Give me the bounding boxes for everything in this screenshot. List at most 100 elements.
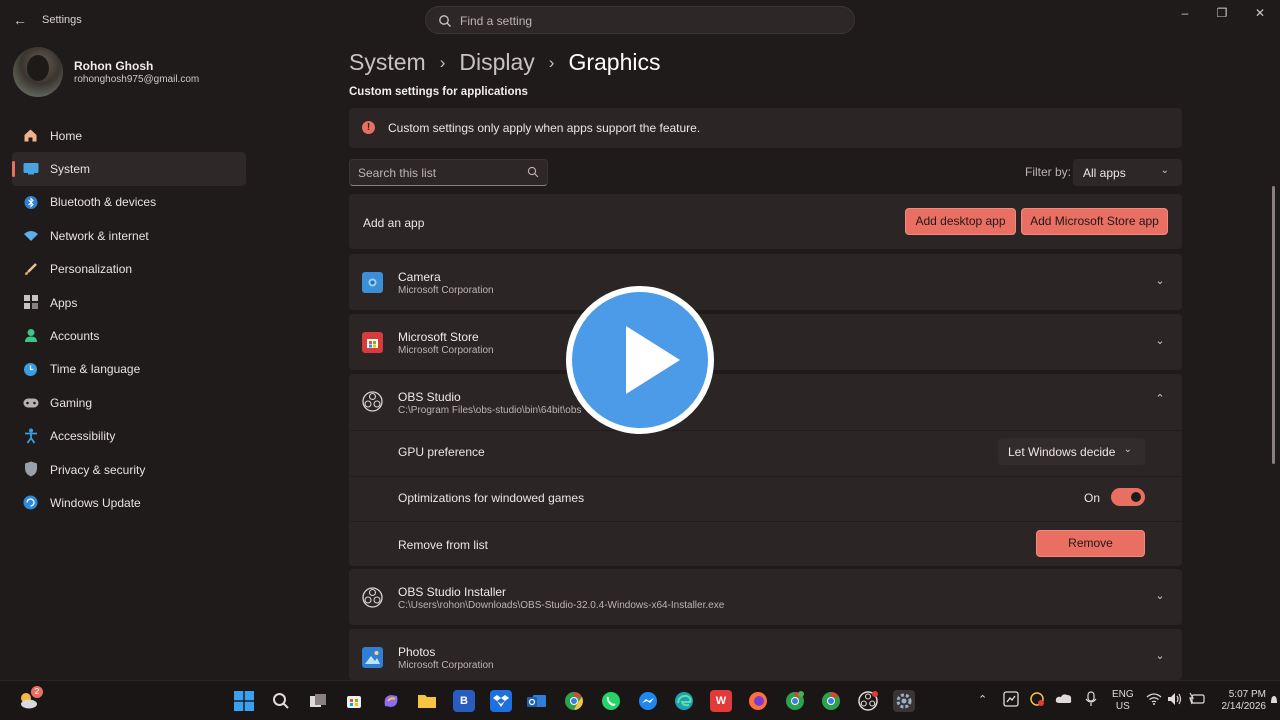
info-bar: ! Custom settings only apply when apps s…: [349, 108, 1182, 148]
start-icon[interactable]: [233, 690, 255, 712]
sidebar-item-home[interactable]: Home: [12, 119, 246, 152]
edge-icon[interactable]: [673, 690, 695, 712]
app-row-photos[interactable]: Photos Microsoft Corporation ⌄: [349, 629, 1182, 680]
sidebar-item-accounts[interactable]: Accounts: [12, 319, 246, 352]
sidebar-item-bluetooth[interactable]: Bluetooth & devices: [12, 186, 246, 219]
sidebar-item-privacy[interactable]: Privacy & security: [12, 453, 246, 486]
chevron-down-icon[interactable]: ⌄: [1153, 274, 1167, 288]
chrome-profile-2-icon[interactable]: [820, 690, 842, 712]
remove-button[interactable]: Remove: [1036, 530, 1145, 557]
wps-office-icon[interactable]: W: [710, 690, 732, 712]
sidebar-item-windows-update[interactable]: Windows Update: [12, 486, 246, 519]
add-desktop-app-button[interactable]: Add desktop app: [905, 208, 1016, 235]
chrome-profile-icon[interactable]: [784, 690, 806, 712]
avatar[interactable]: [13, 47, 63, 97]
messenger-icon[interactable]: [637, 690, 659, 712]
divider: [349, 476, 1182, 477]
app-publisher: C:\Users\rohon\Downloads\OBS-Studio-32.0…: [398, 600, 725, 611]
widgets-store-icon[interactable]: [343, 690, 365, 712]
obs-taskbar-icon[interactable]: [857, 690, 879, 712]
minimize-icon[interactable]: –: [1170, 6, 1200, 22]
chevron-up-icon[interactable]: ⌃: [1153, 392, 1167, 406]
chrome-icon[interactable]: [563, 690, 585, 712]
sidebar-item-network[interactable]: Network & internet: [12, 219, 246, 252]
chevron-right-icon: ›: [439, 52, 446, 72]
system-clock[interactable]: 5:07 PM 2/14/2026: [1216, 689, 1267, 713]
app-name: Microsoft Store: [398, 330, 479, 344]
chevron-down-icon: ⌄: [1123, 444, 1132, 455]
battery-icon[interactable]: [1188, 692, 1206, 709]
sidebar-item-time-language[interactable]: Time & language: [12, 353, 246, 386]
b-app-icon[interactable]: B: [453, 690, 475, 712]
sidebar-item-accessibility[interactable]: Accessibility: [12, 420, 246, 453]
sidebar-item-label: Personalization: [50, 262, 133, 277]
chevron-down-icon[interactable]: ⌄: [1153, 334, 1167, 348]
sidebar-item-gaming[interactable]: Gaming: [12, 386, 246, 419]
chevron-right-icon: ›: [548, 52, 555, 72]
find-setting-placeholder: Find a setting: [460, 14, 533, 28]
gpu-preference-label: GPU preference: [398, 445, 485, 459]
sidebar-item-personalization[interactable]: Personalization: [12, 253, 246, 286]
microphone-icon[interactable]: [1085, 691, 1097, 710]
video-play-button[interactable]: [566, 286, 714, 434]
gpu-preference-dropdown[interactable]: Let Windows decide ⌄: [998, 438, 1145, 465]
dropbox-icon[interactable]: [490, 690, 512, 712]
add-store-app-button[interactable]: Add Microsoft Store app: [1021, 208, 1168, 235]
sidebar-item-label: System: [50, 162, 91, 177]
restore-icon[interactable]: ❐: [1207, 6, 1237, 22]
add-app-label: Add an app: [363, 216, 425, 230]
sidebar-item-label: Bluetooth & devices: [50, 195, 157, 210]
language-indicator[interactable]: ENG US: [1112, 689, 1134, 713]
scrollbar-thumb[interactable]: [1272, 186, 1275, 464]
notification-bell-icon[interactable]: [1270, 693, 1278, 710]
sidebar-item-label: Windows Update: [50, 495, 141, 510]
task-view-icon[interactable]: [307, 690, 329, 712]
sidebar-item-apps[interactable]: Apps: [12, 286, 246, 319]
sidebar-item-system[interactable]: System: [12, 152, 246, 186]
chevron-up-icon[interactable]: ⌃: [978, 693, 987, 706]
app-row-obs-installer[interactable]: OBS Studio Installer C:\Users\rohon\Down…: [349, 569, 1182, 625]
app-row-camera[interactable]: Camera Microsoft Corporation ⌄: [349, 254, 1182, 310]
settings-taskbar-icon[interactable]: [893, 690, 915, 712]
obs-icon: [362, 587, 383, 608]
breadcrumb-system[interactable]: System: [349, 49, 426, 76]
back-arrow-icon[interactable]: ←: [10, 11, 30, 29]
chevron-down-icon[interactable]: ⌄: [1153, 589, 1167, 603]
filter-dropdown[interactable]: All apps ⌄: [1073, 159, 1182, 186]
app-name: Camera: [398, 270, 441, 284]
play-icon: [626, 326, 680, 394]
sidebar-item-label: Gaming: [50, 395, 93, 410]
sidebar-item-label: Network & internet: [50, 228, 149, 243]
gpu-preference-value: Let Windows decide: [1008, 445, 1116, 459]
volume-icon[interactable]: [1167, 692, 1183, 709]
find-setting-input[interactable]: Find a setting: [425, 6, 855, 34]
sidebar-item-label: Time & language: [50, 362, 141, 377]
app-row-microsoft-store[interactable]: Microsoft Store Microsoft Corporation ⌄: [349, 314, 1182, 370]
search-icon[interactable]: [270, 690, 292, 712]
chevron-down-icon[interactable]: ⌄: [1153, 649, 1167, 663]
wifi-icon: [22, 227, 39, 244]
info-icon: !: [362, 121, 375, 134]
whatsapp-icon[interactable]: [600, 690, 622, 712]
sidebar-item-label: Apps: [50, 295, 78, 310]
home-icon: [22, 127, 39, 144]
wifi-icon[interactable]: [1146, 693, 1162, 708]
tray-sync-icon[interactable]: [1029, 691, 1045, 710]
breadcrumb-display[interactable]: Display: [459, 49, 534, 76]
search-list-input[interactable]: Search this list: [349, 159, 548, 186]
firefox-icon[interactable]: [747, 690, 769, 712]
sidebar-item-label: Home: [50, 128, 83, 143]
apps-icon: [22, 294, 39, 311]
close-icon[interactable]: ✕: [1245, 6, 1275, 22]
windowed-optimizations-toggle[interactable]: [1111, 488, 1145, 506]
copilot-icon[interactable]: [380, 690, 402, 712]
file-explorer-icon[interactable]: [416, 690, 438, 712]
tray-app-icon[interactable]: [1003, 691, 1019, 710]
info-text: Custom settings only apply when apps sup…: [388, 121, 701, 135]
weather-badge: 2: [31, 686, 43, 698]
weather-widget[interactable]: 2: [17, 686, 43, 711]
outlook-icon[interactable]: [526, 690, 548, 712]
app-name: Photos: [398, 645, 436, 659]
onedrive-icon[interactable]: [1055, 692, 1073, 707]
taskbar: 2 B W ⌃ ENG US 5:07 PM 2/14/2026: [0, 680, 1280, 720]
